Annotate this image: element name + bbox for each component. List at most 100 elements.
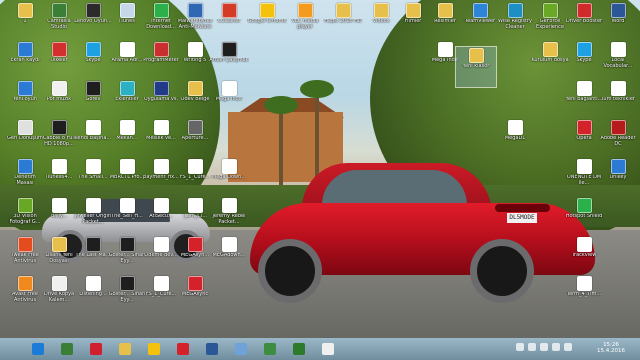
battery-icon[interactable]: [552, 343, 560, 351]
desktop-icon-label: Mega Down...: [211, 175, 247, 180]
download-icon: [153, 3, 169, 18]
desktop-icon-label: Tüm teknikler: [601, 97, 635, 102]
taskbar-button[interactable]: [116, 340, 134, 358]
document-icon: [85, 198, 101, 213]
volume-icon[interactable]: [528, 343, 536, 351]
chrome-icon: [259, 3, 275, 18]
taskbar-button[interactable]: [290, 340, 308, 358]
desktop-icon[interactable]: TeamViewer: [460, 2, 500, 42]
document-icon: [576, 237, 592, 252]
desktop-icon-label: CCleaner: [217, 19, 241, 24]
notification-icon[interactable]: [564, 343, 572, 351]
document-icon: [119, 159, 135, 174]
desktop-icon[interactable]: Trackview: [564, 236, 604, 276]
desktop-icon[interactable]: Mega Indir: [209, 80, 249, 120]
document-icon: [153, 276, 169, 291]
adobe-icon: [610, 120, 626, 135]
desktop-icon-label: TeamViewer: [464, 19, 496, 24]
task-icon: [85, 81, 101, 96]
desktop-icon[interactable]: Tüm teknikler: [598, 80, 638, 120]
taskbar-button[interactable]: [319, 340, 337, 358]
desktop-icon[interactable]: Resimler: [425, 2, 465, 42]
desktop-icon[interactable]: Jeremy Rebel Packet...: [209, 197, 249, 237]
desktop-icon-label: Term_4_Tim...: [566, 292, 602, 297]
game-icon: [17, 81, 33, 96]
desktop-icon-label: Unikey: [609, 175, 627, 180]
desktop-icon[interactable]: Google Chrome: [247, 2, 287, 42]
desktop-icon[interactable]: MegaDL: [495, 119, 535, 159]
desktop-icon[interactable]: Ardan Çalışmak: [209, 41, 249, 81]
chrome-icon: [148, 343, 160, 355]
document-icon: [221, 237, 237, 252]
taskbar-button[interactable]: [203, 340, 221, 358]
desktop-icon[interactable]: Aperture...: [175, 119, 215, 159]
desktop-icon[interactable]: Local Vocabular...: [598, 41, 638, 81]
folder-icon: [437, 3, 453, 18]
clock[interactable]: 15:26 15.4.2016: [582, 342, 640, 354]
desktop-icon-label: MEGAdown...: [212, 253, 246, 258]
taskbar-button[interactable]: [145, 340, 163, 358]
recycle-bin-icon: [17, 120, 33, 135]
desktop-icon[interactable]: MEGAdown...: [209, 236, 249, 276]
document-icon: [187, 198, 203, 213]
taskbar-button[interactable]: [261, 340, 279, 358]
document-icon: [119, 198, 135, 213]
clock-date: 15.4.2016: [597, 348, 625, 354]
opera-icon: [576, 120, 592, 135]
desktop-icon[interactable]: Unikey: [598, 158, 638, 198]
red-car-wheel: [470, 239, 534, 303]
nvidia-icon: [17, 198, 33, 213]
addon-icon: [119, 81, 135, 96]
taskbar-button[interactable]: [29, 340, 47, 358]
network-icon[interactable]: [516, 343, 524, 351]
desktop-icon[interactable]: MEGAsync: [175, 275, 215, 315]
document-icon: [119, 42, 135, 57]
document-icon: [153, 159, 169, 174]
taskbar-button[interactable]: [87, 340, 105, 358]
document-icon: [187, 159, 203, 174]
document-icon: [610, 81, 626, 96]
record-icon: [90, 343, 102, 355]
word-icon: [610, 3, 626, 18]
camtasia-icon: [61, 343, 73, 355]
document-icon: [187, 42, 203, 57]
globe-icon: [264, 343, 276, 355]
desktop-icon[interactable]: Wise Registry Cleaner: [495, 2, 535, 42]
paint-icon: [235, 343, 247, 355]
desktop-icon-label: Trackview: [571, 253, 597, 258]
word-icon: [206, 343, 218, 355]
flag-icon[interactable]: [540, 343, 548, 351]
license-plate: DL5MODE: [507, 213, 537, 223]
desktop-icon-label: VLC media player: [291, 19, 319, 30]
folder-icon: [187, 81, 203, 96]
desktop-icon-label: Wise Registry Cleaner: [498, 19, 532, 30]
document-icon: [153, 237, 169, 252]
document-icon: [153, 120, 169, 135]
taskbar-button[interactable]: [174, 340, 192, 358]
desktop-icon-label: Hotspot Shield: [565, 214, 603, 219]
desktop-icon[interactable]: VLC media player: [285, 2, 325, 42]
desktop-icon[interactable]: CCleaner: [209, 2, 249, 42]
desktop-icon-label: Jeremy Rebel Packet...: [212, 214, 246, 225]
desktop-icon-label: MegaDL: [504, 136, 526, 141]
desktop-icon[interactable]: Word: [598, 2, 638, 42]
desktop-icon-selected[interactable]: Yeni klasör: [455, 46, 497, 88]
mega-icon: [187, 276, 203, 291]
folder-icon: [373, 3, 389, 18]
desktop-icon-label: MEGAsync: [181, 292, 209, 297]
desktop-icon[interactable]: Hotspot Shield: [564, 197, 604, 237]
desktop-icon[interactable]: Mega Down...: [209, 158, 249, 198]
document-icon: [85, 120, 101, 135]
desktop-icon[interactable]: Hepsi 2016 HD: [323, 2, 363, 42]
video-icon: [51, 120, 67, 135]
taskbar-button[interactable]: [58, 340, 76, 358]
desktop-icon[interactable]: Adobe Reader DC: [598, 119, 638, 159]
malware-icon: [187, 3, 203, 18]
desktop-icon[interactable]: Term_4_Tim...: [564, 275, 604, 315]
wise-icon: [507, 3, 523, 18]
drive-icon: [51, 276, 67, 291]
document-icon: [221, 159, 237, 174]
pdf-icon: [153, 42, 169, 57]
taskbar-button[interactable]: [232, 340, 250, 358]
desktop-icon-label: Aperture...: [181, 136, 209, 141]
